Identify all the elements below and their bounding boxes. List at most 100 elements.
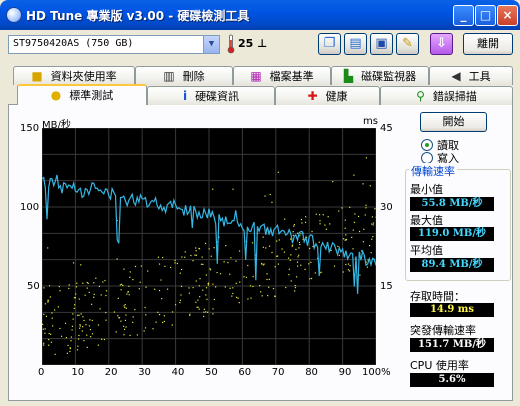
save-button[interactable]: ▣ xyxy=(370,33,393,55)
access-time-point xyxy=(48,338,50,341)
access-time-point xyxy=(319,220,321,222)
health-cross-icon: ✚ xyxy=(307,89,318,103)
x-tick-label: 10 xyxy=(71,367,85,378)
access-time-point xyxy=(72,313,74,315)
burst-rate-value: 151.7 MB/秒 xyxy=(410,338,494,352)
y-tick-right: 45 xyxy=(380,123,393,134)
chevron-down-icon[interactable]: ▼ xyxy=(203,36,219,53)
access-time-point xyxy=(304,268,306,270)
access-time-point xyxy=(238,301,240,304)
exit-button[interactable]: 離開 xyxy=(463,33,513,55)
access-time-point xyxy=(304,216,307,218)
tab-folder-usage[interactable]: ■ 資料夾使用率 xyxy=(13,66,135,85)
access-time-point xyxy=(353,221,356,224)
minimize-button[interactable]: _ xyxy=(453,5,474,26)
access-time-point xyxy=(91,319,93,322)
access-time-point xyxy=(264,195,266,197)
download-button[interactable]: ⇩ xyxy=(430,33,453,55)
access-time-point xyxy=(274,295,276,297)
tab-file-benchmark[interactable]: ▦ 檔案基準 xyxy=(233,66,331,85)
access-time-point xyxy=(199,278,201,280)
start-button[interactable]: 開始 xyxy=(420,112,487,132)
access-time-point xyxy=(210,255,212,257)
tab-extra-tools[interactable]: ◀ 工具 xyxy=(429,66,513,85)
y-tick-left: 100 xyxy=(20,202,40,213)
maximize-button[interactable]: □ xyxy=(475,5,496,26)
access-time-point xyxy=(129,271,131,273)
access-time-point xyxy=(97,324,100,326)
access-time-point xyxy=(102,281,104,283)
cpu-usage-label: CPU 使用率 xyxy=(410,359,469,372)
access-time-point xyxy=(212,313,214,315)
access-time-point xyxy=(198,308,200,310)
access-time-point xyxy=(90,336,92,338)
access-time-point xyxy=(276,240,278,242)
access-time-point xyxy=(300,264,302,266)
access-time-point xyxy=(238,250,241,252)
access-time-point xyxy=(365,157,367,159)
access-time-point xyxy=(201,256,203,258)
access-time-point xyxy=(370,252,372,254)
close-button[interactable]: × xyxy=(497,5,518,26)
access-time-point xyxy=(105,290,108,292)
access-time-point xyxy=(47,247,49,249)
access-time-point xyxy=(203,315,205,318)
thermometer-icon xyxy=(227,34,235,54)
tab-health[interactable]: ✚ 健康 xyxy=(275,86,380,105)
access-time-point xyxy=(124,319,127,321)
access-time-point xyxy=(125,326,127,328)
access-time-point xyxy=(78,298,80,300)
access-time-point xyxy=(100,294,102,296)
read-radio[interactable]: 讀取 xyxy=(421,137,501,152)
access-time-point xyxy=(80,264,82,266)
access-time-point xyxy=(85,324,87,326)
access-time-point xyxy=(70,340,72,342)
access-time-point xyxy=(42,328,44,330)
access-time-point xyxy=(304,221,307,223)
copy-info-button[interactable]: ❐ xyxy=(318,33,341,55)
access-time-point xyxy=(330,249,332,252)
access-time-point xyxy=(47,301,49,303)
access-time-point xyxy=(129,334,131,337)
access-time-point xyxy=(179,301,181,304)
access-time-point xyxy=(79,327,81,329)
access-time-point xyxy=(51,325,54,327)
access-time-point xyxy=(117,315,119,317)
tab-benchmark[interactable]: ● 標準測試 xyxy=(17,84,147,105)
x-tick-label: 30 xyxy=(138,367,151,378)
access-time-point xyxy=(116,258,118,260)
access-time-point xyxy=(129,276,131,278)
x-tick-label: 20 xyxy=(104,367,118,378)
access-time-point xyxy=(250,297,252,299)
tab-error-scan[interactable]: ⚲ 錯誤掃描 xyxy=(380,86,513,105)
access-time-point xyxy=(44,303,47,305)
access-time-point xyxy=(229,273,231,275)
access-time-point xyxy=(318,214,321,216)
bar-chart-icon: ▙ xyxy=(343,69,354,83)
copy-screenshot-button[interactable]: ▤ xyxy=(344,33,367,55)
access-time-point xyxy=(341,207,343,209)
file-icon: ▦ xyxy=(250,69,262,83)
access-time-point xyxy=(262,236,264,238)
tab-disk-monitor[interactable]: ▙ 磁碟監視器 xyxy=(331,66,429,85)
access-time-point xyxy=(132,316,134,318)
access-time-point xyxy=(294,290,296,292)
access-time-point xyxy=(154,288,156,290)
access-time-point xyxy=(127,291,129,293)
options-button[interactable]: ✎ xyxy=(396,33,419,55)
access-time-point xyxy=(180,285,183,288)
tab-erase[interactable]: ▥ 刪除 xyxy=(135,66,233,85)
copy-icon: ❐ xyxy=(323,36,336,51)
access-time-point xyxy=(265,247,267,249)
access-time-point xyxy=(166,288,169,290)
access-time-point xyxy=(67,344,69,347)
write-radio[interactable]: 寫入 xyxy=(421,150,501,165)
access-time-point xyxy=(105,319,107,321)
drive-select[interactable]: ST9750420AS (750 GB) ▼ xyxy=(8,35,220,54)
access-time-point xyxy=(300,218,303,221)
access-time-point xyxy=(300,233,302,235)
info-icon: i xyxy=(182,89,188,103)
access-time-point xyxy=(260,291,262,293)
tab-drive-info[interactable]: i 硬碟資訊 xyxy=(147,86,275,105)
access-time-point xyxy=(47,299,49,301)
